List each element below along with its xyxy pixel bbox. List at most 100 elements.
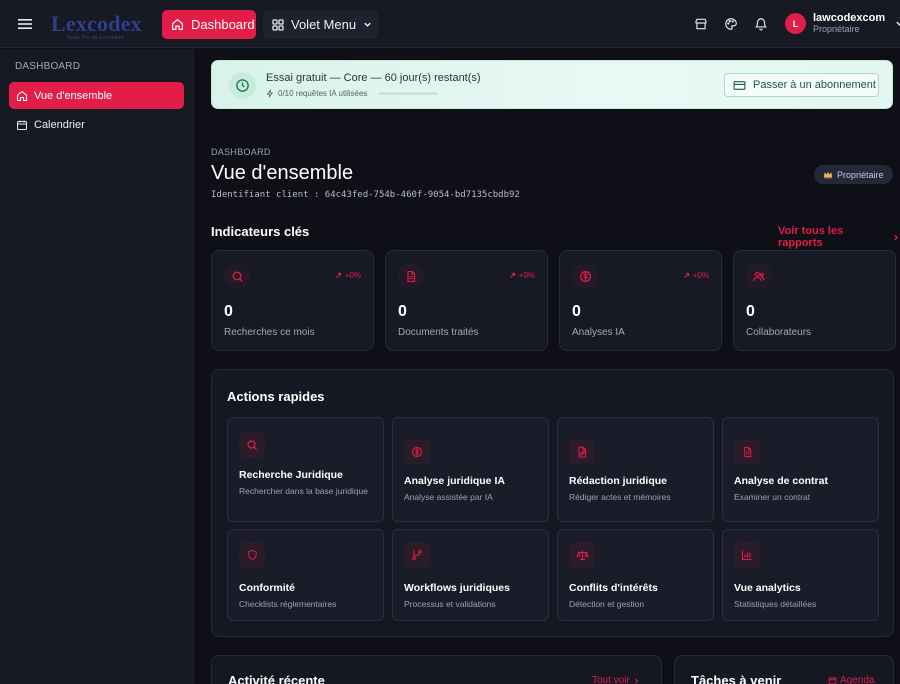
action-title: Conformité xyxy=(239,582,295,594)
see-all-reports-link[interactable]: Voir tous les rapports xyxy=(778,225,900,249)
action-description: Examiner un contrat xyxy=(734,492,811,502)
action-description: Processus et validations xyxy=(404,599,496,609)
trial-usage: 0/10 requêtes IA utilisées xyxy=(266,89,439,98)
grid-icon xyxy=(272,18,284,31)
upcoming-tasks-card: Tâches à venir Agenda xyxy=(674,655,894,684)
sidebar-section-title: DASHBOARD xyxy=(15,61,81,72)
action-compliance[interactable]: Conformité Checklists réglementaires xyxy=(227,529,384,621)
see-all-activity-link[interactable]: Tout voir xyxy=(592,675,640,684)
kpi-label: Recherches ce mois xyxy=(224,327,315,338)
trend-up-icon xyxy=(335,272,341,278)
recent-activity-card: Activité récente Tout voir xyxy=(211,655,662,684)
action-description: Checklists réglementaires xyxy=(239,599,337,609)
crown-icon xyxy=(823,171,833,179)
chevron-down-icon xyxy=(896,21,900,26)
search-icon xyxy=(239,432,265,458)
scale-icon xyxy=(569,542,595,568)
action-description: Statistiques détaillées xyxy=(734,599,817,609)
trend-up-icon xyxy=(683,272,689,278)
action-title: Analyse de contrat xyxy=(734,475,828,487)
sidebar: DASHBOARD Vue d'ensemble Calendrier xyxy=(0,49,194,684)
action-legal-research[interactable]: Recherche Juridique Rechercher dans la b… xyxy=(227,417,384,522)
logo[interactable]: Lexcodex Suite Pro de Lexcodex xyxy=(51,4,149,44)
calendar-icon xyxy=(828,677,837,684)
kpi-delta: +0% xyxy=(335,271,361,280)
chevron-right-icon xyxy=(634,678,639,683)
kpi-card-documents: +0% 0 Documents traités xyxy=(385,250,548,351)
credit-card-icon xyxy=(733,80,746,90)
upcoming-tasks-title: Tâches à venir xyxy=(691,673,782,684)
action-analytics[interactable]: Vue analytics Statistiques détaillées xyxy=(722,529,879,621)
user-name: lawcodexcom xyxy=(813,12,886,24)
hamburger-menu-icon[interactable] xyxy=(14,13,36,35)
action-contract-analysis[interactable]: Analyse de contrat Examiner un contrat xyxy=(722,417,879,522)
action-workflows[interactable]: Workflows juridiques Processus et valida… xyxy=(392,529,549,621)
agenda-link[interactable]: Agenda xyxy=(828,675,874,684)
brain-icon xyxy=(572,263,598,289)
kpi-section-title: Indicateurs clés xyxy=(211,224,310,239)
chevron-right-icon xyxy=(894,234,899,240)
quick-actions-title: Actions rapides xyxy=(227,389,325,404)
git-branch-icon xyxy=(404,542,430,568)
kpi-delta: +0% xyxy=(509,271,535,280)
upgrade-button[interactable]: Passer à un abonnement xyxy=(724,73,879,97)
kpi-label: Collaborateurs xyxy=(746,327,812,338)
volet-menu-label: Volet Menu xyxy=(291,17,357,32)
lightning-icon xyxy=(266,89,274,98)
kpi-delta-value: +0% xyxy=(344,271,361,280)
role-badge: Propriétaire xyxy=(814,165,893,184)
bar-chart-icon xyxy=(734,542,760,568)
trial-usage-bar xyxy=(379,92,439,95)
sidebar-item-calendar[interactable]: Calendrier xyxy=(9,111,184,138)
page-title: Vue d'ensemble xyxy=(211,162,354,184)
brain-icon xyxy=(404,439,430,465)
kpi-delta: +0% xyxy=(683,271,709,280)
document-icon xyxy=(398,263,424,289)
home-icon xyxy=(16,90,28,101)
action-legal-drafting[interactable]: Rédaction juridique Rédiger actes et mém… xyxy=(557,417,714,522)
document-icon xyxy=(734,439,760,465)
sidebar-item-overview[interactable]: Vue d'ensemble xyxy=(9,82,184,109)
store-icon[interactable] xyxy=(692,15,710,33)
trial-usage-text: 0/10 requêtes IA utilisées xyxy=(278,89,368,98)
kpi-value: 0 xyxy=(572,303,581,320)
sidebar-item-label: Vue d'ensemble xyxy=(34,89,113,102)
kpi-value: 0 xyxy=(398,303,407,320)
dashboard-button-label: Dashboard xyxy=(191,17,255,32)
recent-activity-title: Activité récente xyxy=(228,673,325,684)
home-icon xyxy=(172,19,183,30)
kpi-card-searches: +0% 0 Recherches ce mois xyxy=(211,250,374,351)
bell-icon[interactable] xyxy=(752,15,770,33)
action-title: Conflits d'intérêts xyxy=(569,582,658,594)
action-description: Détection et gestion xyxy=(569,599,645,609)
file-pen-icon xyxy=(569,439,595,465)
action-title: Recherche Juridique xyxy=(239,469,343,481)
palette-icon[interactable] xyxy=(722,15,740,33)
volet-menu-button[interactable]: Volet Menu xyxy=(263,10,378,39)
quick-actions-panel: Actions rapides Recherche Juridique Rech… xyxy=(211,369,894,637)
action-ai-analysis[interactable]: Analyse juridique IA Analyse assistée pa… xyxy=(392,417,549,522)
action-title: Rédaction juridique xyxy=(569,475,668,487)
kpi-card-ai-analyses: +0% 0 Analyses IA xyxy=(559,250,722,351)
logo-tagline: Suite Pro de Lexcodex xyxy=(67,34,124,41)
see-all-reports-label: Voir tous les rapports xyxy=(778,225,844,249)
role-badge-label: Propriétaire xyxy=(837,169,884,180)
user-menu[interactable]: L lawcodexcom Propriétaire xyxy=(785,12,900,35)
chevron-down-icon xyxy=(364,22,371,27)
action-conflicts[interactable]: Conflits d'intérêts Détection et gestion xyxy=(557,529,714,621)
users-icon xyxy=(746,263,772,289)
trial-title: Essai gratuit — Core — 60 jour(s) restan… xyxy=(266,72,481,84)
trial-banner: Essai gratuit — Core — 60 jour(s) restan… xyxy=(211,60,893,109)
action-title: Vue analytics xyxy=(734,582,801,594)
sidebar-item-label: Calendrier xyxy=(34,118,85,131)
action-description: Analyse assistée par IA xyxy=(404,492,493,502)
upgrade-button-label: Passer à un abonnement xyxy=(753,79,876,91)
search-icon xyxy=(224,263,250,289)
kpi-value: 0 xyxy=(224,303,233,320)
dashboard-button[interactable]: Dashboard xyxy=(162,10,256,39)
agenda-link-label: Agenda xyxy=(840,675,875,684)
logo-text: Lexcodex xyxy=(51,10,142,36)
breadcrumb: DASHBOARD xyxy=(211,147,271,157)
kpi-delta-value: +0% xyxy=(692,271,709,280)
avatar: L xyxy=(785,13,806,34)
